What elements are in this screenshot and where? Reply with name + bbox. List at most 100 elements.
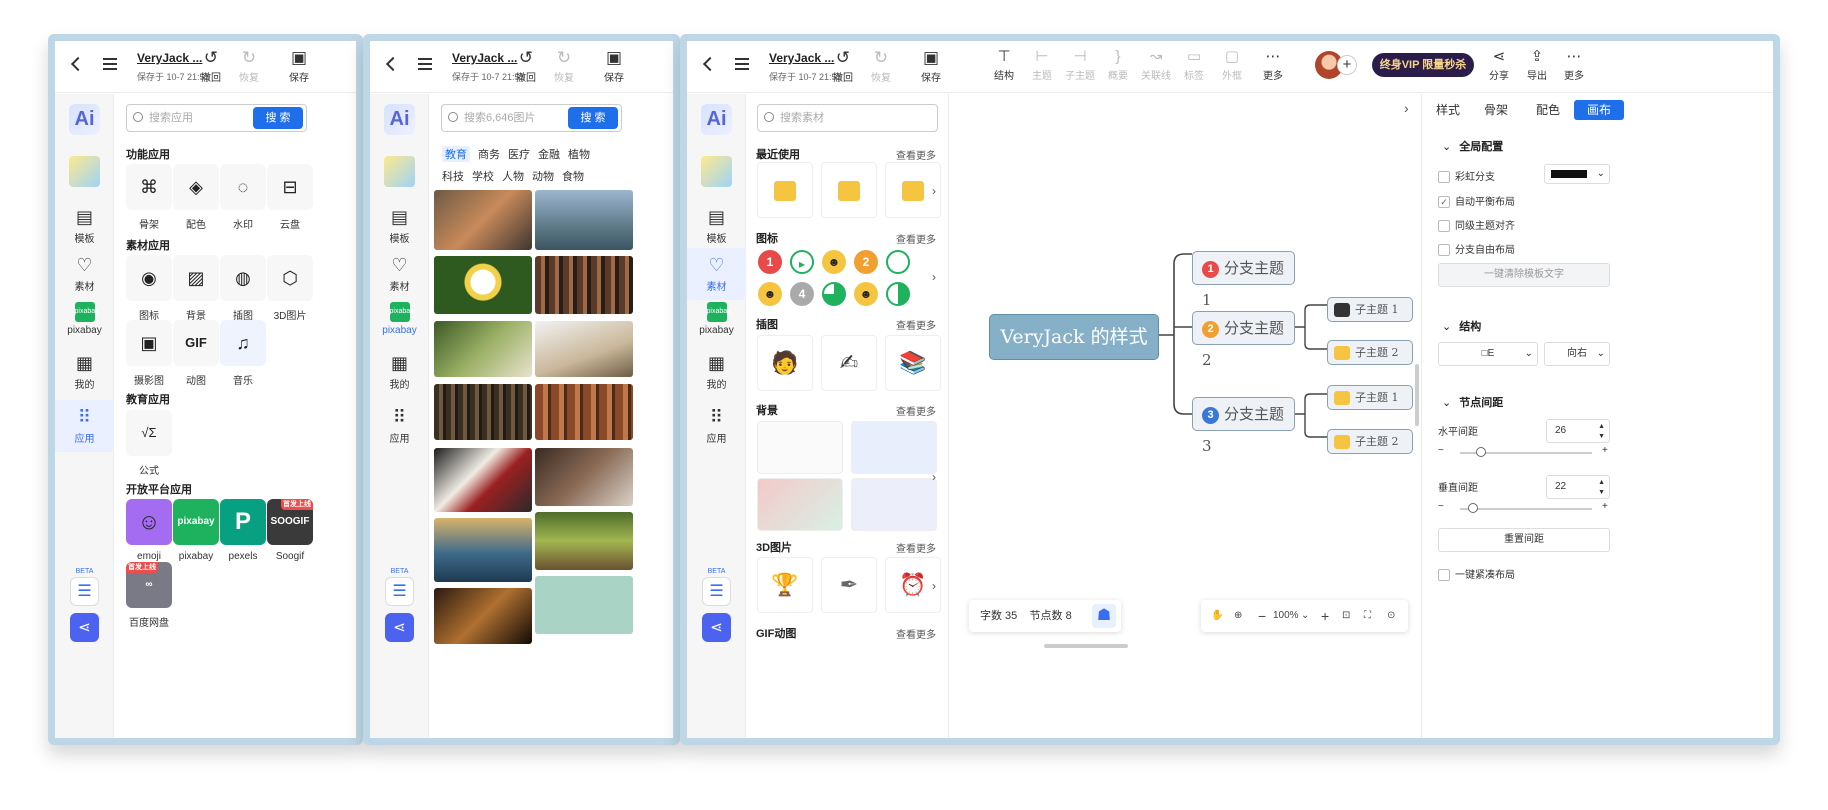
doc-title[interactable]: VeryJack ... <box>137 51 202 65</box>
branch-node-1[interactable]: 1 分支主题 1 <box>1192 251 1295 309</box>
checkbox[interactable]: ✓ <box>1438 196 1450 209</box>
photo-library[interactable] <box>434 384 532 440</box>
sidebar-item-mine[interactable]: ▦ 我的 <box>687 352 746 391</box>
chevron-right-icon[interactable]: › <box>932 470 936 484</box>
photo-reading[interactable] <box>434 321 532 377</box>
sidebar-item-material[interactable]: ♡ 素材 <box>55 254 114 293</box>
sidebar-item-pixabay[interactable]: pixabay pixabay <box>55 302 114 336</box>
sidebar-item-apps[interactable]: ⠿ 应用 <box>55 400 114 452</box>
app-pexels[interactable]: Ppexels <box>220 499 266 562</box>
student-illustration[interactable]: ✍ <box>821 335 877 391</box>
zoom-in-icon[interactable]: + <box>1321 600 1329 632</box>
category-tag[interactable]: 人物 <box>502 168 524 184</box>
mindmap-mode-icon[interactable]: ⋖ <box>385 613 414 642</box>
category-tag[interactable]: 科技 <box>442 168 464 184</box>
play-icon[interactable]: ▸ <box>790 250 814 274</box>
more-tools-button[interactable]: ⋯ 更多 <box>1258 47 1288 82</box>
app-photo[interactable]: ▣ 摄影图 <box>126 320 172 387</box>
hand-tool-icon[interactable]: ✋ <box>1211 600 1223 632</box>
note-icon[interactable] <box>384 156 415 187</box>
sidebar-item-pixabay[interactable]: pixabay pixabay <box>687 302 746 336</box>
app-color[interactable]: ◈ 配色 <box>173 164 219 231</box>
sidebar-item-pixabay[interactable]: pixabay pixabay <box>370 302 429 336</box>
redo-button[interactable]: ↻ 恢复 <box>865 47 897 84</box>
photo-bookshelf[interactable] <box>535 256 633 314</box>
books-illustration[interactable]: 📚 <box>885 335 941 391</box>
emoji-face-icon[interactable]: ☻ <box>758 282 782 306</box>
v-spacing-input[interactable]: 22 ▲ ▼ <box>1546 475 1610 499</box>
search-input[interactable]: 搜索6,646图片搜 索 <box>441 104 622 132</box>
plus-icon[interactable]: + <box>1602 445 1608 456</box>
minus-icon[interactable]: − <box>1438 445 1444 456</box>
checkbox[interactable] <box>1438 569 1450 582</box>
sidebar-item-material[interactable]: ♡ 素材 <box>687 248 746 300</box>
app-icons[interactable]: ◉ 图标 <box>126 255 172 322</box>
see-more-link[interactable]: 查看更多 <box>896 147 936 162</box>
checkbox[interactable] <box>1438 244 1450 257</box>
save-button[interactable]: ▣ 保存 <box>598 47 630 84</box>
fullscreen-icon[interactable]: ⛶ <box>1364 600 1371 632</box>
branch-node-2[interactable]: 2 分支主题 2 <box>1192 311 1295 369</box>
photo-lake[interactable] <box>535 190 633 250</box>
rainbow-color-select[interactable]: ⌄ <box>1544 164 1610 184</box>
photo-bird[interactable] <box>434 190 532 250</box>
stepper-icon[interactable]: ▲ ▼ <box>1598 422 1605 442</box>
category-tag[interactable]: 金融 <box>538 146 560 162</box>
back-icon[interactable] <box>70 56 86 72</box>
branch-node-3[interactable]: 3 分支主题 3 <box>1192 397 1295 455</box>
vip-banner[interactable]: 终身VIP 限量秒杀 <box>1372 53 1474 77</box>
locate-icon[interactable]: ⊕ <box>1234 600 1242 632</box>
back-icon[interactable] <box>385 56 401 72</box>
category-tag[interactable]: 商务 <box>478 146 500 162</box>
sidebar-item-apps[interactable]: ⠿ 应用 <box>687 406 746 445</box>
subtopic-node[interactable]: 子主题 1 <box>1327 385 1413 410</box>
tag-button[interactable]: ▭ 标签 <box>1179 47 1209 82</box>
topic-button[interactable]: ⊢ 主题 <box>1027 47 1057 82</box>
subtopic-button[interactable]: ⊣ 子主题 <box>1065 47 1095 82</box>
app-cloud-disk[interactable]: ⊟ 云盘 <box>267 164 313 231</box>
photo-daisy[interactable] <box>434 256 532 314</box>
undo-button[interactable]: ↺ 撤回 <box>195 47 227 84</box>
auto-balance-option[interactable]: ✓ 自动平衡布局 <box>1438 193 1515 209</box>
app-gif[interactable]: GIF 动图 <box>173 320 219 387</box>
outline-list-icon[interactable]: ☰ <box>385 577 414 606</box>
note-icon[interactable] <box>701 156 732 187</box>
app-skeleton[interactable]: ⌘ 骨架 <box>126 164 172 231</box>
save-button[interactable]: ▣ 保存 <box>915 47 947 84</box>
sidebar-item-template[interactable]: ▤ 模板 <box>370 206 429 245</box>
category-tag[interactable]: 植物 <box>568 146 590 162</box>
number-2-icon[interactable]: 2 <box>854 250 878 274</box>
undo-button[interactable]: ↺ 撤回 <box>827 47 859 84</box>
collapse-panel-icon[interactable]: › <box>1404 100 1409 116</box>
sidebar-item-mine[interactable]: ▦ 我的 <box>370 352 429 391</box>
slider-knob[interactable] <box>1467 503 1478 513</box>
checkbox[interactable] <box>1438 171 1450 184</box>
checkbox[interactable] <box>1438 220 1450 233</box>
sidebar-item-template[interactable]: ▤ 模板 <box>55 206 114 245</box>
slider-knob[interactable] <box>1475 447 1486 457</box>
emoji-face-icon[interactable]: ☻ <box>854 282 878 306</box>
undo-button[interactable]: ↺ 撤回 <box>510 47 542 84</box>
rainbow-branch-option[interactable]: 彩虹分支 <box>1438 168 1495 184</box>
sidebar-item-material[interactable]: ♡ 素材 <box>370 254 429 293</box>
app-watermark[interactable]: ◌ 水印 <box>220 164 266 231</box>
section-title[interactable]: 全局配置 <box>1442 138 1503 154</box>
background-card[interactable] <box>757 421 843 474</box>
category-tag[interactable]: 医疗 <box>508 146 530 162</box>
category-tag[interactable]: 食物 <box>562 168 584 184</box>
mindmap-mode-icon[interactable]: ⋖ <box>702 613 731 642</box>
menu-icon[interactable] <box>103 58 117 70</box>
ai-button[interactable]: Ai <box>701 104 732 135</box>
chevron-right-icon[interactable]: › <box>932 579 936 593</box>
add-collaborator-icon[interactable]: + <box>1337 55 1357 75</box>
background-card[interactable] <box>851 421 937 474</box>
mindmap-mode-icon[interactable]: ⋖ <box>70 613 99 642</box>
outline-list-icon[interactable]: ☰ <box>70 577 99 606</box>
summary-button[interactable]: } 概要 <box>1103 47 1133 82</box>
app-3d-image[interactable]: ⬡ 3D图片 <box>267 255 313 322</box>
frame-button[interactable]: ▢ 外框 <box>1217 47 1247 82</box>
free-layout-option[interactable]: 分支自由布局 <box>1438 241 1515 257</box>
astronaut-illustration[interactable]: 🧑 <box>757 335 813 391</box>
compact-layout-option[interactable]: 一键紧凑布局 <box>1438 566 1515 582</box>
progress-75-icon[interactable] <box>822 282 846 306</box>
